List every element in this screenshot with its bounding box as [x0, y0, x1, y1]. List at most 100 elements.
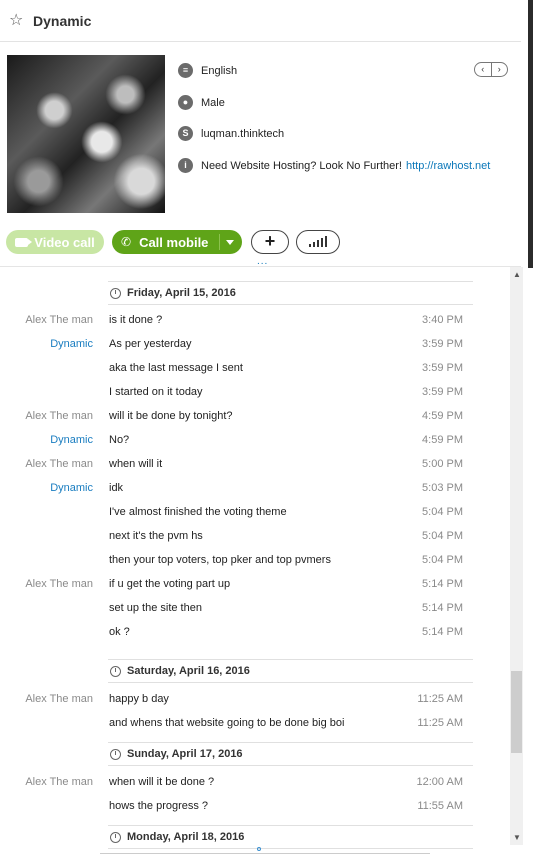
- language-value: English: [201, 64, 238, 77]
- window-edge: [528, 0, 533, 268]
- message-timestamp: 11:55 AM: [417, 800, 463, 812]
- message-timestamp: 5:04 PM: [422, 554, 463, 566]
- chevron-left-icon[interactable]: ‹: [475, 63, 492, 76]
- message-row: Alex The man if u get the voting part up 5…: [0, 574, 510, 596]
- call-quality-button[interactable]: [296, 230, 340, 254]
- message-row: Dynamic idk 5:03 PM: [0, 478, 510, 500]
- skype-icon: S: [178, 126, 193, 141]
- message-text: No?: [109, 434, 130, 446]
- video-call-button[interactable]: Video call: [6, 230, 104, 254]
- message-row: I started on it today 3:59 PM: [0, 382, 510, 404]
- message-text: idk: [109, 482, 124, 494]
- message-text: hows the progress ?: [109, 800, 209, 812]
- chat-scrollbar[interactable]: ▲ ▼: [510, 267, 523, 845]
- phone-icon: ✆: [121, 235, 132, 249]
- chevron-right-icon[interactable]: ›: [492, 63, 508, 76]
- message-row: Alex The man will it be done by tonight? 4…: [0, 406, 510, 428]
- message-sender[interactable]: Alex The man: [25, 410, 93, 422]
- contact-name: Dynamic: [33, 12, 92, 29]
- message-row: Alex The man happy b day 11:25 AM: [0, 689, 510, 711]
- conversation-header: ☆ Dynamic: [0, 0, 521, 42]
- star-icon[interactable]: ☆: [9, 12, 25, 29]
- message-row: and whens that website going to be done …: [0, 713, 510, 735]
- message-row: hows the progress ? 11:55 AM: [0, 796, 510, 818]
- chat-history: Friday, April 15, 2016 Saturday, April 1…: [0, 267, 510, 857]
- date-separator: Sunday, April 17, 2016: [108, 742, 473, 766]
- message-timestamp: 11:25 AM: [417, 693, 463, 705]
- message-row: next it's the pvm hs 5:04 PM: [0, 526, 510, 548]
- person-icon: ●: [178, 95, 193, 110]
- message-sender[interactable]: Alex The man: [25, 693, 93, 705]
- clock-icon: [110, 748, 121, 760]
- message-text: ok ?: [109, 626, 130, 638]
- message-timestamp: 11:25 AM: [417, 717, 463, 729]
- message-text: if u get the voting part up: [109, 578, 231, 590]
- message-sender[interactable]: Alex The man: [25, 578, 93, 590]
- skype-name-value: luqman.thinktech: [201, 127, 285, 140]
- contact-avatar: [7, 55, 165, 213]
- date-separator: Monday, April 18, 2016: [108, 825, 473, 849]
- mood-text: Need Website Hosting? Look No Further!: [201, 159, 402, 172]
- message-row: Alex The man when will it be done ? 12:00 …: [0, 772, 510, 794]
- chevron-down-icon[interactable]: [226, 240, 234, 245]
- message-timestamp: 12:00 AM: [416, 776, 463, 788]
- message-text: aka the last message I sent: [109, 362, 243, 374]
- message-timestamp: 5:14 PM: [422, 578, 463, 590]
- message-timestamp: 5:03 PM: [422, 482, 463, 494]
- message-timestamp: 3:40 PM: [422, 314, 463, 326]
- date-separator: Friday, April 15, 2016: [108, 281, 473, 305]
- message-timestamp: 5:14 PM: [422, 626, 463, 638]
- message-sender[interactable]: Alex The man: [25, 314, 93, 326]
- message-row: Dynamic No? 4:59 PM: [0, 430, 510, 452]
- scrollbar-thumb[interactable]: [511, 671, 522, 753]
- add-button[interactable]: +: [251, 230, 289, 254]
- message-row: aka the last message I sent 3:59 PM: [0, 358, 510, 380]
- message-sender[interactable]: Dynamic: [50, 338, 93, 350]
- message-timestamp: 5:04 PM: [422, 530, 463, 542]
- message-sender[interactable]: Alex The man: [25, 458, 93, 470]
- message-text: will it be done by tonight?: [109, 410, 233, 422]
- call-mobile-button[interactable]: ✆ Call mobile: [112, 230, 242, 254]
- message-timestamp: 5:00 PM: [422, 458, 463, 470]
- message-sender[interactable]: Alex The man: [25, 776, 93, 788]
- message-timestamp: 3:59 PM: [422, 338, 463, 350]
- gender-value: Male: [201, 96, 225, 109]
- video-call-label: Video call: [34, 234, 95, 250]
- message-row: Dynamic As per yesterday 3:59 PM: [0, 334, 510, 356]
- message-timestamp: 3:59 PM: [422, 362, 463, 374]
- info-icon: i: [178, 158, 193, 173]
- message-timestamp: 4:59 PM: [422, 434, 463, 446]
- date-separator: Saturday, April 16, 2016: [108, 659, 473, 683]
- message-row: then your top voters, top pker and top p…: [0, 550, 510, 572]
- message-text: then your top voters, top pker and top p…: [109, 554, 331, 566]
- split-divider: [219, 234, 220, 250]
- message-row: Alex The man when will it 5:00 PM: [0, 454, 510, 476]
- message-sender[interactable]: Dynamic: [50, 434, 93, 446]
- message-row: I've almost finished the voting theme 5:0…: [0, 502, 510, 524]
- profile-nav-arrows: ‹ ›: [474, 62, 508, 77]
- message-text: I started on it today: [109, 386, 203, 398]
- scroll-up-icon[interactable]: ▲: [513, 270, 521, 279]
- scroll-down-icon[interactable]: ▼: [513, 833, 521, 842]
- message-text: set up the site then: [109, 602, 202, 614]
- message-timestamp: 3:59 PM: [422, 386, 463, 398]
- message-sender[interactable]: Dynamic: [50, 482, 93, 494]
- message-row: set up the site then 5:14 PM: [0, 598, 510, 620]
- message-timestamp: 5:14 PM: [422, 602, 463, 614]
- gender-row: ● Male: [178, 95, 225, 110]
- message-input-edge[interactable]: [100, 853, 430, 857]
- video-camera-icon: [15, 237, 33, 247]
- message-timestamp: 5:04 PM: [422, 506, 463, 518]
- conversation-window: ☆ Dynamic ≡ English ● Male S luqman.thin…: [0, 0, 533, 857]
- typing-indicator: [257, 847, 261, 851]
- mood-link[interactable]: http://rawhost.net: [406, 160, 490, 172]
- signal-bars-icon: [309, 236, 327, 247]
- message-text: happy b day: [109, 693, 169, 705]
- mood-row: i Need Website Hosting? Look No Further!…: [178, 158, 490, 173]
- message-text: when will it: [109, 458, 163, 470]
- message-text: next it's the pvm hs: [109, 530, 203, 542]
- message-text: and whens that website going to be done …: [109, 717, 345, 729]
- call-mobile-label: Call mobile: [139, 234, 209, 250]
- clock-icon: [110, 287, 121, 299]
- speech-bubble-icon: ≡: [178, 63, 193, 78]
